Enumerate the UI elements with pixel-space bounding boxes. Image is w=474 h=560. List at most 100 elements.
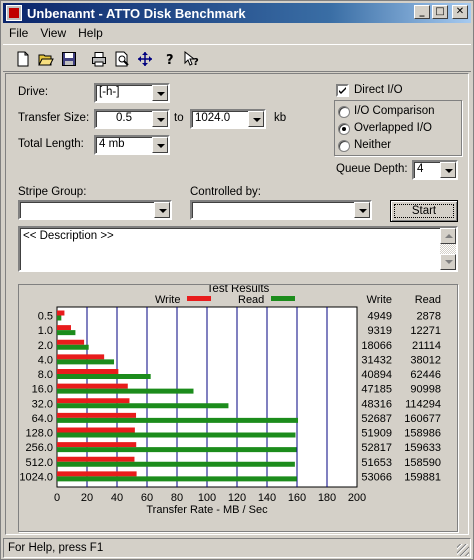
toolbar: ? ? xyxy=(3,44,471,72)
write-value: 52687 xyxy=(361,413,392,425)
new-icon[interactable] xyxy=(11,48,34,70)
menu-help[interactable]: Help xyxy=(72,24,109,42)
x-tick-label: 160 xyxy=(288,492,306,504)
title-bar[interactable]: Unbenannt - ATTO Disk Benchmark _ □ ✕ xyxy=(3,3,471,23)
category-label: 128.0 xyxy=(25,428,53,440)
results-chart: Test Results0 20 40 60 80 100 120 140 160 180 200T… xyxy=(19,283,441,516)
start-button[interactable]: Start xyxy=(390,200,458,222)
stripe-group-select[interactable] xyxy=(18,200,172,220)
read-value: 2878 xyxy=(417,311,441,323)
description-scrollbar[interactable] xyxy=(440,228,456,270)
atto-app-icon[interactable] xyxy=(6,5,22,21)
context-help-icon[interactable]: ? xyxy=(180,48,203,70)
category-label: 32.0 xyxy=(32,398,53,410)
checkmark-icon xyxy=(339,87,346,94)
start-button-label: Start xyxy=(394,204,454,218)
neither-radio[interactable] xyxy=(338,140,350,152)
close-button[interactable]: ✕ xyxy=(452,5,468,19)
x-tick-label: 140 xyxy=(258,492,276,504)
read-value: 38012 xyxy=(410,354,441,366)
category-label: 8.0 xyxy=(38,369,53,381)
svg-text:?: ? xyxy=(193,57,199,67)
x-tick-label: 0 xyxy=(54,492,60,504)
read-bar xyxy=(57,461,295,467)
x-tick-label: 200 xyxy=(348,492,366,504)
category-label: 64.0 xyxy=(32,413,53,425)
overlapped-io-radio[interactable] xyxy=(338,123,350,135)
write-bar xyxy=(57,412,137,418)
help-icon[interactable]: ? xyxy=(157,48,180,70)
write-bar xyxy=(57,339,85,345)
resize-grip[interactable] xyxy=(457,544,469,556)
chevron-down-icon[interactable] xyxy=(152,85,168,101)
category-label: 2.0 xyxy=(38,340,53,352)
write-value: 4949 xyxy=(368,311,392,323)
controlled-by-select[interactable] xyxy=(190,200,372,220)
move-icon[interactable] xyxy=(133,48,156,70)
chevron-down-icon[interactable] xyxy=(154,202,170,218)
x-tick-label: 100 xyxy=(198,492,216,504)
maximize-button[interactable]: □ xyxy=(432,5,448,19)
write-value: 40894 xyxy=(361,369,392,381)
controlled-by-label: Controlled by: xyxy=(190,186,261,198)
write-value: 51653 xyxy=(361,457,392,469)
window-title: Unbenannt - ATTO Disk Benchmark xyxy=(27,5,246,21)
scroll-down-button[interactable] xyxy=(440,254,456,270)
read-bar xyxy=(57,315,62,321)
description-text: << Description >> xyxy=(23,230,114,242)
direct-io-checkbox[interactable] xyxy=(336,84,349,97)
legend-read-label: Read xyxy=(238,294,264,306)
transfer-size-label: Transfer Size: xyxy=(18,112,90,124)
stripe-group-label: Stripe Group: xyxy=(18,186,87,198)
transfer-size-from-select[interactable]: 0.5 xyxy=(94,109,170,129)
io-comparison-label: I/O Comparison xyxy=(354,105,435,117)
category-label: 256.0 xyxy=(25,442,53,454)
x-axis-label: Transfer Rate - MB / Sec xyxy=(146,504,268,516)
read-bar xyxy=(57,359,115,365)
chevron-down-icon[interactable] xyxy=(354,202,370,218)
read-value: 159633 xyxy=(404,442,441,454)
menu-file[interactable]: File xyxy=(3,24,34,42)
transfer-size-to-value: 1024.0 xyxy=(195,112,231,124)
total-length-select[interactable]: 4 mb xyxy=(94,135,170,155)
x-tick-label: 40 xyxy=(111,492,123,504)
chevron-down-icon[interactable] xyxy=(152,111,168,127)
drive-select[interactable]: [-h-] xyxy=(94,83,170,103)
open-icon[interactable] xyxy=(34,48,57,70)
x-tick-label: 60 xyxy=(141,492,153,504)
transfer-size-to-select[interactable]: 1024.0 xyxy=(190,109,266,129)
write-value: 47185 xyxy=(361,384,392,396)
chevron-down-icon[interactable] xyxy=(152,137,168,153)
description-textarea[interactable]: << Description >> xyxy=(18,226,458,272)
category-label: 1.0 xyxy=(38,325,53,337)
read-bar xyxy=(57,330,76,336)
read-value: 158590 xyxy=(404,457,441,469)
to-label: to xyxy=(174,112,184,124)
print-preview-icon[interactable] xyxy=(110,48,133,70)
total-length-label: Total Length: xyxy=(18,138,84,150)
category-label: 0.5 xyxy=(38,311,53,323)
category-label: 4.0 xyxy=(38,354,53,366)
category-label: 1024.0 xyxy=(19,471,53,483)
test-results-group: Test Results 0 20 40 60 80 100 120 140 160 180 200 T… xyxy=(18,283,458,532)
write-bar xyxy=(57,354,105,360)
minimize-button[interactable]: _ xyxy=(414,5,430,19)
chevron-down-icon[interactable] xyxy=(440,162,456,178)
drive-value: [-h-] xyxy=(99,86,120,98)
print-icon[interactable] xyxy=(87,48,110,70)
queue-depth-select[interactable]: 4 xyxy=(412,160,458,180)
menu-view[interactable]: View xyxy=(34,24,72,42)
scroll-up-button[interactable] xyxy=(440,228,456,244)
save-icon[interactable] xyxy=(57,48,80,70)
x-tick-label: 80 xyxy=(171,492,183,504)
category-label: 16.0 xyxy=(32,384,53,396)
io-comparison-radio[interactable] xyxy=(338,106,350,118)
status-bar: For Help, press F1 xyxy=(3,538,471,558)
queue-depth-label: Queue Depth: xyxy=(336,163,408,175)
legend-write-label: Write xyxy=(155,294,180,306)
legend-read-swatch xyxy=(271,296,295,301)
read-value: 159881 xyxy=(404,471,441,483)
settings-panel: Drive: [-h-] Transfer Size: 0.5 to 1024.… xyxy=(5,73,469,535)
chevron-down-icon[interactable] xyxy=(248,111,264,127)
read-bar xyxy=(57,403,229,409)
